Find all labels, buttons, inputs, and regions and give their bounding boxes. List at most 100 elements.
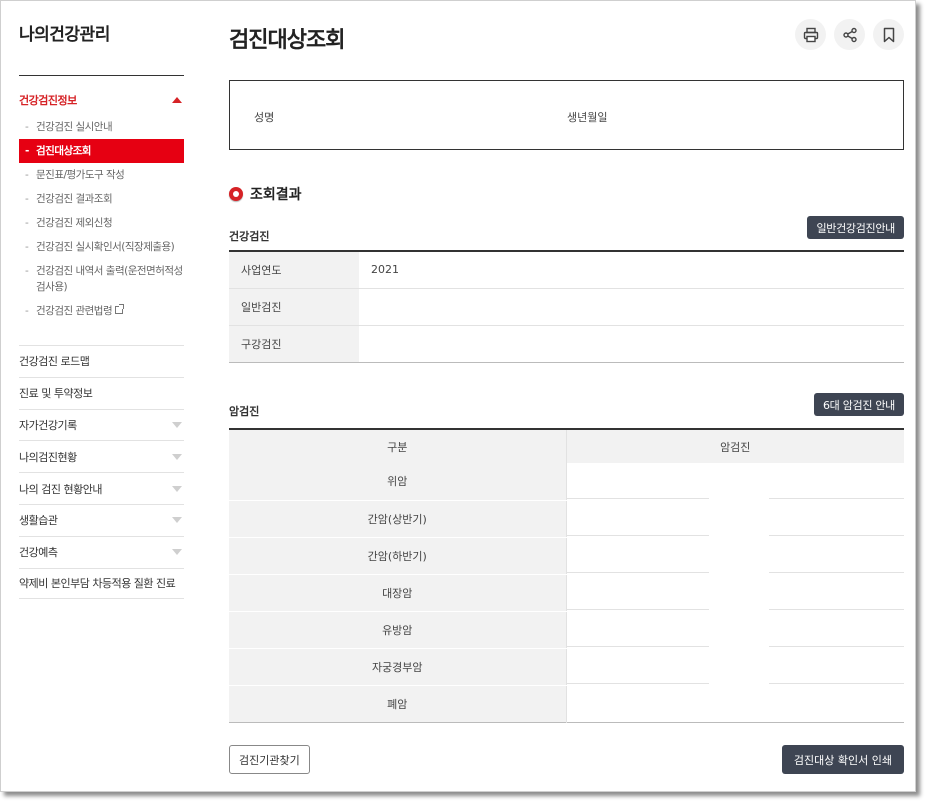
menu-label: 자가건강기록 [19,418,77,432]
menu-label: 나의검진현황 [19,450,77,464]
print-button[interactable] [795,19,826,50]
general-checkup-guide-button[interactable]: 일반건강검진안내 [807,216,904,239]
sidebar-item-laws-label: 건강검진 관련법령 [36,305,113,317]
expand-arrow-icon [172,453,182,460]
row-label: 유방암 [229,611,566,649]
share-button[interactable] [834,19,865,50]
sidebar-item-results[interactable]: 건강검진 결과조회 [19,187,184,211]
cancer-checkup-table: 구분 암검진 위암 간암(상반기) 간암(하반기) 대장암 유방암 자궁경부암 … [229,428,904,723]
sidebar-item-questionnaire[interactable]: 문진표/평가도구 작성 [19,163,184,187]
sidebar-item-target-lookup[interactable]: 검진대상조회 [19,139,184,163]
page-title: 검진대상조회 [229,28,345,53]
table-row: 폐암 [229,685,904,722]
row-label: 대장암 [229,574,566,612]
cell-divider [769,609,904,610]
sidebar-item-treatment[interactable]: 진료 및 투약정보 [19,376,184,409]
table-row: 간암(상반기) [229,500,904,538]
row-label: 위암 [229,463,566,501]
cell-divider [769,683,904,684]
cell-divider [769,572,904,573]
row-label: 간암(상반기) [229,500,566,538]
expand-arrow-icon [172,485,182,492]
cancer-checkup-guide-button[interactable]: 6대 암검진 안내 [813,393,904,416]
sidebar-item-roadmap[interactable]: 건강검진 로드맵 [19,345,184,377]
section-result-header: 조회결과 [229,184,302,204]
print-confirmation-button[interactable]: 검진대상 확인서 인쇄 [781,745,904,774]
expand-arrow-icon [172,549,182,556]
sidebar-item-self-record[interactable]: 자가건강기록 [19,408,184,441]
table-row: 사업연도 2021 [229,251,904,289]
row-value [359,288,904,326]
sidebar-item-statement[interactable]: 건강검진 내역서 출력(운전면허적성검사용) [19,259,184,299]
sidebar-item-exclusion[interactable]: 건강검진 제외신청 [19,211,184,235]
sidebar-item-confirmation[interactable]: 건강검진 실시확인서(직장제출용) [19,235,184,259]
sidebar-item-copay[interactable]: 약제비 본인부담 차등적용 질환 진료 [19,567,184,600]
row-value: 2021 [359,251,904,289]
cell-divider [769,535,904,536]
cell-divider [567,572,709,573]
row-label: 사업연도 [229,251,359,289]
row-value [565,574,904,611]
row-value [565,648,904,685]
col-header-category: 구분 [229,429,566,463]
sidebar-submenu: 건강검진 실시안내 검진대상조회 문진표/평가도구 작성 건강검진 결과조회 건… [19,115,184,323]
cell-divider [769,498,904,499]
row-value [359,325,904,362]
sidebar-item-lifestyle[interactable]: 생활습관 [19,503,184,536]
sidebar-group-label: 건강검진정보 [19,94,77,107]
row-label: 간암(하반기) [229,537,566,575]
sidebar-item-prediction[interactable]: 건강예측 [19,535,184,568]
table-row: 유방암 [229,611,904,649]
bookmark-button[interactable] [873,19,904,50]
sidebar-item-checkup-guide[interactable]: 건강검진 실시안내 [19,115,184,139]
expand-arrow-icon [172,421,182,428]
page-tools [795,19,904,50]
row-value [565,537,904,574]
sidebar-item-my-status[interactable]: 나의검진현황 [19,440,184,472]
print-icon [803,27,818,42]
menu-label: 건강예측 [19,546,58,560]
row-value [565,463,904,500]
row-value [565,611,904,648]
menu-label: 진료 및 투약정보 [19,387,93,401]
table-row: 자궁경부암 [229,648,904,686]
sidebar-title: 나의건강관리 [19,25,110,45]
menu-label: 약제비 본인부담 차등적용 질환 진료 [19,577,176,591]
row-label: 폐암 [229,685,566,722]
row-label: 자궁경부암 [229,648,566,686]
expand-arrow-icon [172,517,182,524]
menu-label: 생활습관 [19,514,58,528]
cancer-checkup-title: 암검진 [229,405,260,418]
table-row: 위암 [229,463,904,501]
menu-label: 건강검진 로드맵 [19,355,90,369]
sidebar-item-laws[interactable]: 건강검진 관련법령 [19,299,184,323]
share-icon [842,27,857,42]
table-header-row: 구분 암검진 [229,429,904,463]
bookmark-icon [883,27,894,42]
health-checkup-title: 건강검진 [229,230,270,243]
cell-divider [567,646,709,647]
section-title: 조회결과 [250,187,302,203]
cell-divider [567,535,709,536]
table-row: 간암(하반기) [229,537,904,575]
birth-label: 생년월일 [567,111,608,124]
sidebar-group-toggle[interactable]: 건강검진정보 [19,85,184,115]
health-checkup-table: 사업연도 2021 일반검진 구강검진 [229,250,904,363]
cell-divider [567,609,709,610]
row-label: 일반검진 [229,288,359,326]
cell-divider [567,683,709,684]
sidebar-item-status-guide[interactable]: 나의 검진 현황안내 [19,472,184,504]
cell-divider [769,646,904,647]
menu-label: 나의 검진 현황안내 [19,482,102,496]
sidebar-menu: 건강검진 로드맵 진료 및 투약정보 자가건강기록 나의검진현황 나의 검진 현… [19,345,184,600]
table-row: 대장암 [229,574,904,612]
app-window: 나의건강관리 건강검진정보 건강검진 실시안내 검진대상조회 문진표/평가도구 … [0,0,916,792]
section-bullet-icon [229,187,243,201]
find-checkup-org-button[interactable]: 검진기관찾기 [229,745,310,774]
table-row: 일반검진 [229,288,904,326]
collapse-arrow-icon [172,97,182,103]
name-label: 성명 [254,111,275,124]
table-row: 구강검진 [229,325,904,362]
row-value [565,500,904,537]
col-header-cancer: 암검진 [565,429,904,463]
